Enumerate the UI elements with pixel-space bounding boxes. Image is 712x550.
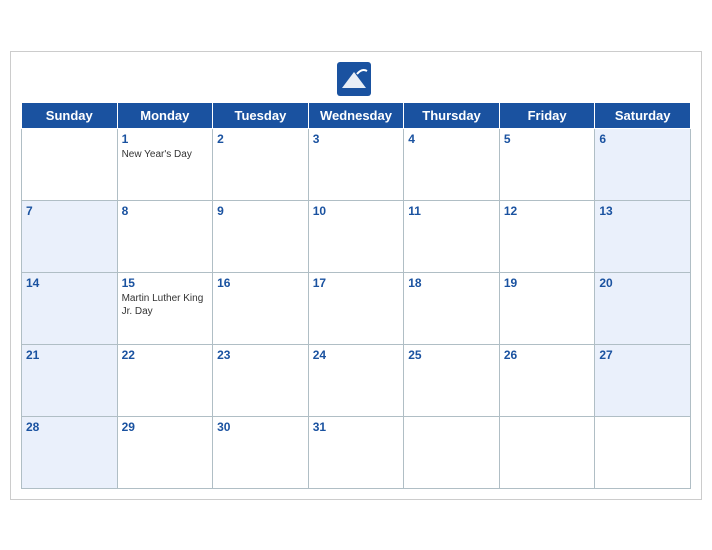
header-saturday: Saturday bbox=[595, 102, 691, 128]
calendar-body: 1New Year's Day23456789101112131415Marti… bbox=[22, 128, 691, 488]
calendar-week-row: 21 22 23 24 25 26 27 bbox=[22, 344, 691, 416]
day-number: 12 bbox=[504, 204, 591, 218]
day-number: 16 bbox=[217, 276, 304, 290]
calendar-day-cell: 8 bbox=[117, 200, 213, 272]
calendar-day-cell: 9 bbox=[213, 200, 309, 272]
day-number: 25 bbox=[408, 348, 495, 362]
generalblue-logo-icon bbox=[337, 62, 371, 96]
day-number: 30 bbox=[217, 420, 304, 434]
holiday-name: Martin Luther King Jr. Day bbox=[122, 292, 209, 318]
day-number: 3 bbox=[313, 132, 400, 146]
day-number: 15 bbox=[122, 276, 209, 290]
calendar-day-cell: 23 bbox=[213, 344, 309, 416]
calendar-day-cell: 29 bbox=[117, 416, 213, 488]
day-number: 21 bbox=[26, 348, 113, 362]
day-number: 9 bbox=[217, 204, 304, 218]
calendar-week-row: 1 New Year's Day 23456 bbox=[22, 128, 691, 200]
day-number: 8 bbox=[122, 204, 209, 218]
calendar-day-cell: 19 bbox=[499, 272, 595, 344]
day-number: 10 bbox=[313, 204, 400, 218]
calendar-day-cell: 27 bbox=[595, 344, 691, 416]
calendar-day-cell: 25 bbox=[404, 344, 500, 416]
day-number: 31 bbox=[313, 420, 400, 434]
calendar-day-cell: 15 Martin Luther King Jr. Day bbox=[117, 272, 213, 344]
calendar-day-cell: 31 bbox=[308, 416, 404, 488]
calendar-day-cell: 13 bbox=[595, 200, 691, 272]
calendar-day-cell: 28 bbox=[22, 416, 118, 488]
day-number: 19 bbox=[504, 276, 591, 290]
day-number: 11 bbox=[408, 204, 495, 218]
header-wednesday: Wednesday bbox=[308, 102, 404, 128]
day-number: 27 bbox=[599, 348, 686, 362]
calendar-day-cell: 30 bbox=[213, 416, 309, 488]
calendar-day-cell bbox=[404, 416, 500, 488]
calendar-day-cell: 2 bbox=[213, 128, 309, 200]
calendar-day-cell bbox=[499, 416, 595, 488]
calendar-day-cell: 22 bbox=[117, 344, 213, 416]
calendar-day-cell bbox=[22, 128, 118, 200]
day-number: 14 bbox=[26, 276, 113, 290]
calendar-day-cell: 17 bbox=[308, 272, 404, 344]
day-number: 17 bbox=[313, 276, 400, 290]
day-number: 6 bbox=[599, 132, 686, 146]
header-thursday: Thursday bbox=[404, 102, 500, 128]
holiday-name: New Year's Day bbox=[122, 148, 209, 161]
calendar-day-cell: 24 bbox=[308, 344, 404, 416]
day-number: 24 bbox=[313, 348, 400, 362]
calendar-day-cell: 26 bbox=[499, 344, 595, 416]
calendar-day-cell: 3 bbox=[308, 128, 404, 200]
calendar-day-cell bbox=[595, 416, 691, 488]
brand bbox=[337, 62, 375, 96]
day-number: 18 bbox=[408, 276, 495, 290]
day-number: 7 bbox=[26, 204, 113, 218]
day-number: 22 bbox=[122, 348, 209, 362]
header-monday: Monday bbox=[117, 102, 213, 128]
calendar-thead: Sunday Monday Tuesday Wednesday Thursday… bbox=[22, 102, 691, 128]
calendar-day-cell: 11 bbox=[404, 200, 500, 272]
calendar-day-cell: 4 bbox=[404, 128, 500, 200]
day-number: 1 bbox=[122, 132, 209, 146]
calendar-week-row: 28 29 30 31 bbox=[22, 416, 691, 488]
day-number: 28 bbox=[26, 420, 113, 434]
day-number: 2 bbox=[217, 132, 304, 146]
calendar-day-cell: 5 bbox=[499, 128, 595, 200]
calendar-week-row: 789 10 11 12 13 bbox=[22, 200, 691, 272]
day-number: 26 bbox=[504, 348, 591, 362]
calendar-header bbox=[21, 62, 691, 96]
calendar-day-cell: 21 bbox=[22, 344, 118, 416]
calendar-day-cell: 6 bbox=[595, 128, 691, 200]
header-sunday: Sunday bbox=[22, 102, 118, 128]
calendar-day-cell: 1 New Year's Day bbox=[117, 128, 213, 200]
calendar-day-cell: 12 bbox=[499, 200, 595, 272]
day-number: 23 bbox=[217, 348, 304, 362]
header-tuesday: Tuesday bbox=[213, 102, 309, 128]
calendar-table: Sunday Monday Tuesday Wednesday Thursday… bbox=[21, 102, 691, 489]
calendar-day-cell: 16 bbox=[213, 272, 309, 344]
day-header-row: Sunday Monday Tuesday Wednesday Thursday… bbox=[22, 102, 691, 128]
day-number: 29 bbox=[122, 420, 209, 434]
day-number: 4 bbox=[408, 132, 495, 146]
header-friday: Friday bbox=[499, 102, 595, 128]
calendar-day-cell: 14 bbox=[22, 272, 118, 344]
day-number: 5 bbox=[504, 132, 591, 146]
calendar-day-cell: 18 bbox=[404, 272, 500, 344]
day-number: 13 bbox=[599, 204, 686, 218]
calendar-day-cell: 10 bbox=[308, 200, 404, 272]
calendar-day-cell: 20 bbox=[595, 272, 691, 344]
calendar-day-cell: 7 bbox=[22, 200, 118, 272]
calendar-week-row: 14 15 Martin Luther King Jr. Day 16 17 18 19 20 bbox=[22, 272, 691, 344]
day-number: 20 bbox=[599, 276, 686, 290]
calendar-container: Sunday Monday Tuesday Wednesday Thursday… bbox=[10, 51, 702, 500]
